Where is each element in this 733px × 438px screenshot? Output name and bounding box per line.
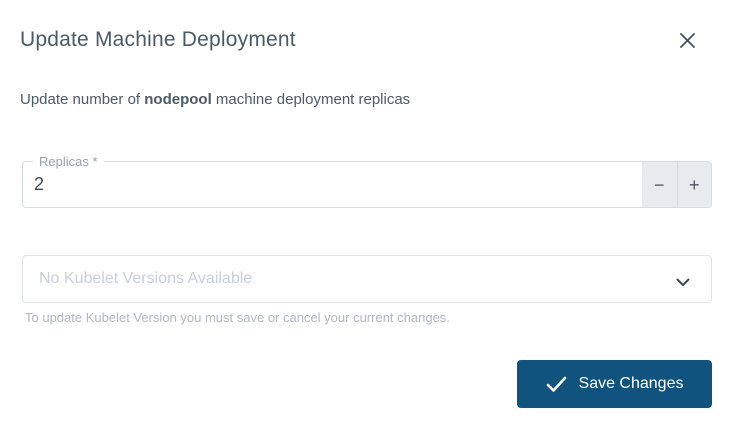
- description-nodepool: nodepool: [144, 91, 212, 108]
- kubelet-select-placeholder: No Kubelet Versions Available: [23, 270, 252, 288]
- minus-icon: −: [654, 175, 665, 195]
- check-icon: [546, 376, 567, 393]
- decrement-button[interactable]: −: [642, 162, 677, 207]
- increment-button[interactable]: +: [677, 162, 712, 207]
- close-button[interactable]: [674, 29, 700, 55]
- save-changes-label: Save Changes: [579, 375, 684, 393]
- kubelet-helper-text: To update Kubelet Version you must save …: [25, 310, 450, 325]
- dialog-title: Update Machine Deployment: [20, 28, 296, 52]
- kubelet-version-select[interactable]: No Kubelet Versions Available: [22, 255, 712, 303]
- replicas-input[interactable]: [23, 162, 639, 207]
- plus-icon: +: [689, 175, 700, 195]
- close-icon: [679, 32, 696, 52]
- chevron-down-icon: [676, 274, 690, 292]
- description-prefix: Update number of: [20, 91, 144, 108]
- save-changes-button[interactable]: Save Changes: [517, 360, 712, 408]
- replicas-stepper: − +: [642, 162, 711, 207]
- description-suffix: machine deployment replicas: [212, 91, 410, 108]
- dialog-description: Update number of nodepool machine deploy…: [20, 91, 410, 108]
- replicas-field: Replicas * − +: [22, 161, 712, 208]
